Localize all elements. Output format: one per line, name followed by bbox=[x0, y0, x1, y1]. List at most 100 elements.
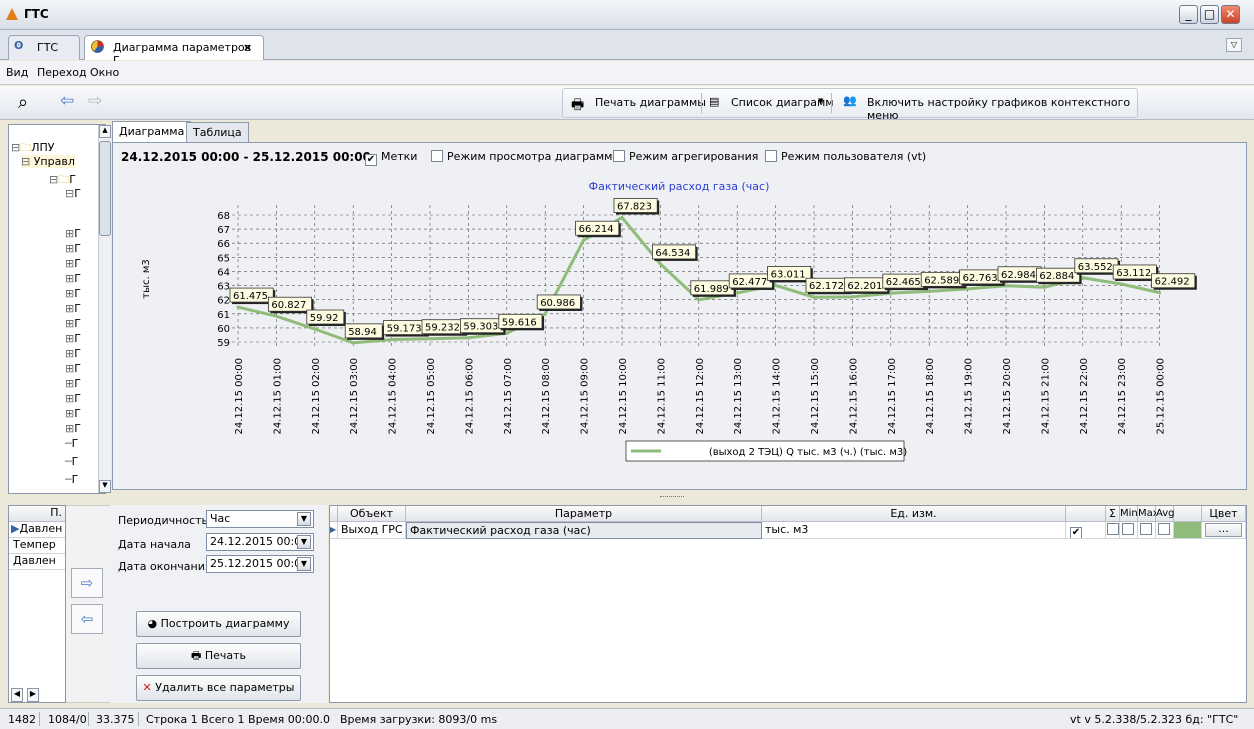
tab-diagram[interactable]: Диаграмма bbox=[112, 121, 192, 143]
cell-object[interactable]: Выход ГРС ( bbox=[338, 522, 406, 539]
tree-node[interactable]: ─Г bbox=[65, 455, 78, 468]
print-button[interactable]: 🖶 Печать bbox=[136, 643, 301, 669]
row-pointer-icon: ▶ bbox=[330, 522, 338, 539]
user-mode-checkbox[interactable]: Режим пользователя (vt) bbox=[765, 150, 926, 163]
start-date-field[interactable]: 24.12.2015 00:00 ▼ bbox=[206, 533, 314, 551]
remove-arrow-button[interactable]: ⇦ bbox=[71, 604, 103, 634]
list-item[interactable]: Давлен bbox=[9, 554, 65, 570]
cell-max[interactable] bbox=[1138, 522, 1156, 539]
col-avg[interactable]: Avg bbox=[1156, 506, 1175, 522]
tree-node[interactable]: ⊞Г bbox=[65, 407, 81, 420]
tree-node[interactable]: ─Г bbox=[65, 437, 78, 450]
chevron-down-icon[interactable]: ▼ bbox=[818, 97, 823, 105]
cell-sum[interactable] bbox=[1106, 522, 1120, 539]
status-count: 1482 bbox=[8, 713, 36, 726]
tree-node[interactable]: ⊞Г bbox=[65, 392, 81, 405]
col-color[interactable]: Цвет bbox=[1202, 506, 1246, 522]
tree-node-control[interactable]: ⊟ Управл bbox=[21, 155, 75, 168]
cell-unit[interactable]: тыс. м3 bbox=[762, 522, 1066, 539]
back-arrow-icon[interactable]: ⇦ bbox=[60, 91, 74, 111]
tree-scrollbar[interactable]: ▲ ▼ bbox=[98, 125, 111, 493]
add-arrow-button[interactable]: ⇨ bbox=[71, 568, 103, 598]
end-date-field[interactable]: 25.12.2015 00:00 ▼ bbox=[206, 555, 314, 573]
scroll-thumb[interactable] bbox=[99, 141, 111, 236]
parameters-grid[interactable]: Объект Параметр Ед. изм. Σ Min Max Avg Ц… bbox=[329, 505, 1247, 703]
print-chart-button[interactable]: Печать диаграммы bbox=[595, 96, 706, 109]
tree-node[interactable]: ⊞Г bbox=[65, 317, 81, 330]
maximize-button[interactable]: □ bbox=[1200, 5, 1219, 24]
object-tree[interactable]: ⊟🗀ЛПУ ⊟ Управл ⊟🗀Г ⊟Г ⊞Г ⊞Г ⊞Г ⊞Г ⊞Г ⊞Г … bbox=[8, 124, 111, 494]
chevron-down-icon[interactable]: ▼ bbox=[297, 512, 311, 526]
scroll-left-icon[interactable]: ◀ bbox=[11, 688, 23, 702]
aggregate-mode-checkbox[interactable]: Режим агрегирования bbox=[613, 150, 758, 163]
data-point bbox=[658, 262, 662, 266]
chart-panel: 24.12.2015 00:00 - 25.12.2015 00:00 ✔ Мет… bbox=[112, 142, 1247, 490]
chevron-down-icon[interactable]: ▼ bbox=[297, 557, 311, 571]
visible-check-icon[interactable]: ✔ bbox=[1070, 527, 1082, 538]
col-unit[interactable]: Ед. изм. bbox=[762, 506, 1066, 522]
view-mode-checkbox[interactable]: Режим просмотра диаграмм bbox=[431, 150, 612, 163]
forward-arrow-icon[interactable]: ⇨ bbox=[88, 91, 102, 111]
start-date-label: Дата начала bbox=[118, 538, 191, 551]
tree-node[interactable]: ⊞Г bbox=[65, 227, 81, 240]
menu-go[interactable]: Переход bbox=[37, 66, 87, 79]
cell-param[interactable]: Фактический расход газа (час) bbox=[406, 522, 762, 539]
list-hscrollbar[interactable]: ◀ ▶ bbox=[9, 688, 65, 702]
build-chart-button[interactable]: ◕ Построить диаграмму bbox=[136, 611, 301, 637]
col-sum[interactable]: Σ bbox=[1106, 506, 1120, 522]
tab-table[interactable]: Таблица bbox=[186, 122, 249, 143]
tab-gts[interactable]: ʘ ГТС bbox=[8, 35, 80, 60]
cell-avg[interactable] bbox=[1156, 522, 1174, 539]
enable-context-button[interactable]: Включить настройку графиков контекстного… bbox=[867, 96, 1137, 122]
data-label: 62.589 bbox=[924, 275, 959, 286]
col-min[interactable]: Min bbox=[1120, 506, 1138, 522]
tab-chart[interactable]: Диаграмма параметров Г × bbox=[84, 35, 264, 67]
tree-node[interactable]: ⊞Г bbox=[65, 302, 81, 315]
tree-node[interactable]: ⊞Г bbox=[65, 242, 81, 255]
period-select[interactable]: Час ▼ bbox=[206, 510, 314, 528]
splitter-grip[interactable] bbox=[660, 496, 684, 499]
col-param[interactable]: Параметр bbox=[406, 506, 762, 522]
list-item[interactable]: ▶Давлен bbox=[9, 522, 65, 538]
separator bbox=[701, 93, 702, 113]
tree-node[interactable]: ⊞Г bbox=[65, 377, 81, 390]
line-chart[interactable]: Фактический расход газа (час) тыс. м3 59 60… bbox=[113, 171, 1246, 489]
data-point bbox=[1158, 291, 1162, 295]
tree-node[interactable]: ⊞Г bbox=[65, 287, 81, 300]
col-max[interactable]: Max bbox=[1138, 506, 1159, 522]
tree-node[interactable]: ⊞Г bbox=[65, 272, 81, 285]
scroll-up-icon[interactable]: ▲ bbox=[99, 125, 111, 138]
tabs-dropdown-icon[interactable]: ▽ bbox=[1226, 38, 1242, 52]
cell-visible[interactable]: ✔ bbox=[1066, 522, 1106, 539]
scroll-right-icon[interactable]: ▶ bbox=[27, 688, 39, 702]
tree-node[interactable]: ⊞Г bbox=[65, 362, 81, 375]
menu-window[interactable]: Окно bbox=[90, 66, 119, 79]
tree-node[interactable]: ─Г bbox=[65, 473, 78, 486]
labels-checkbox[interactable]: ✔ Метки bbox=[365, 150, 417, 166]
cell-color[interactable]: ... bbox=[1202, 522, 1246, 539]
tree-node[interactable]: ⊟Г bbox=[65, 187, 81, 200]
cell-min[interactable] bbox=[1120, 522, 1138, 539]
chevron-down-icon[interactable]: ▼ bbox=[297, 535, 311, 549]
legend-label: (выход 2 ТЭЦ) Q тыс. м3 (ч.) (тыс. м3) bbox=[709, 447, 907, 458]
delete-all-button[interactable]: ✕ Удалить все параметры bbox=[136, 675, 301, 701]
col-object[interactable]: Объект bbox=[338, 506, 406, 522]
tree-toggle-icon[interactable]: ⌕ bbox=[18, 92, 28, 113]
list-item[interactable]: Темпер bbox=[9, 538, 65, 554]
tree-node[interactable]: ⊞Г bbox=[65, 422, 81, 435]
parameter-list[interactable]: П. ▶Давлен Темпер Давлен ◀ ▶ bbox=[8, 505, 66, 703]
data-label: 63.011 bbox=[771, 269, 806, 280]
x-tick-label: 24.12.15 17:00 bbox=[887, 358, 898, 435]
menu-view[interactable]: Вид bbox=[6, 66, 28, 79]
x-tick-label: 24.12.15 09:00 bbox=[580, 358, 591, 435]
color-picker-button[interactable]: ... bbox=[1205, 523, 1242, 537]
close-button[interactable]: ✕ bbox=[1221, 5, 1240, 24]
y-tick-label: 61 bbox=[217, 310, 230, 321]
tree-node[interactable]: ⊞Г bbox=[65, 257, 81, 270]
minimize-button[interactable]: _ bbox=[1179, 5, 1198, 24]
x-tick-label: 24.12.15 15:00 bbox=[810, 358, 821, 435]
tab-close-icon[interactable]: × bbox=[243, 41, 252, 54]
tree-node[interactable]: ⊞Г bbox=[65, 332, 81, 345]
scroll-down-icon[interactable]: ▼ bbox=[99, 480, 111, 493]
tree-node[interactable]: ⊞Г bbox=[65, 347, 81, 360]
